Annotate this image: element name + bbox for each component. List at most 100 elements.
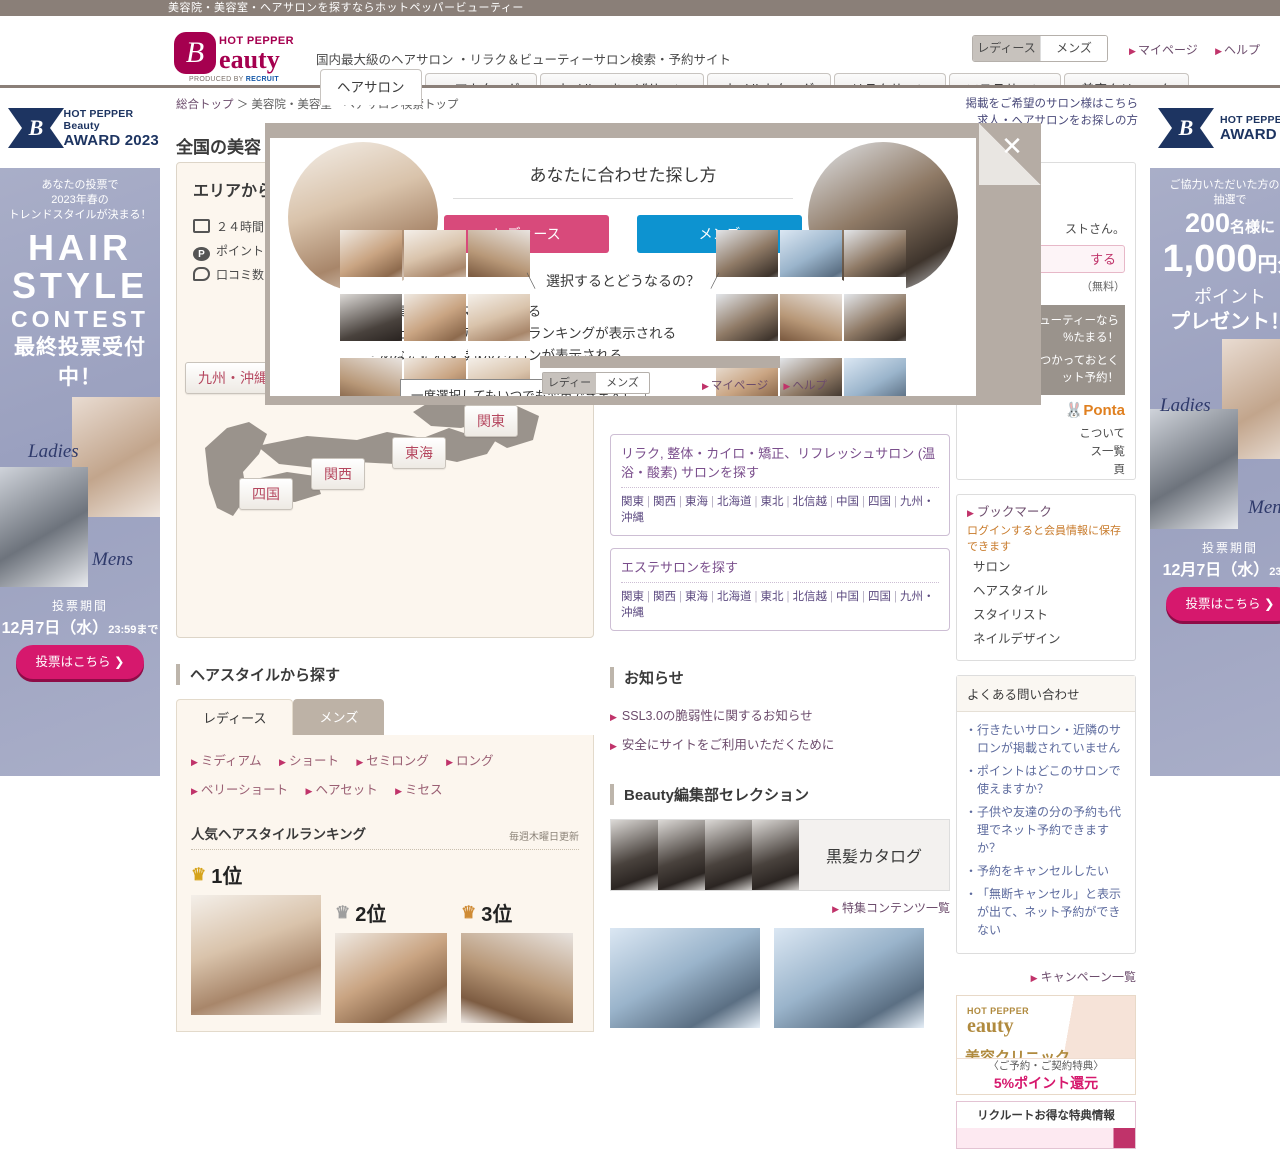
modal-footer-mens[interactable]: メンズ xyxy=(596,373,649,393)
header-link-mypage[interactable]: ▶ マイページ xyxy=(1129,43,1198,57)
right-banner-sub: ご協力いただいた方の中 抽選で xyxy=(1169,179,1280,206)
left-banner-body[interactable]: あなたの投票で 2023年春の トレンドスタイルが決まる！ HAIR STYLE… xyxy=(0,168,160,776)
modal-collage-ladies xyxy=(340,230,530,396)
relax-region-hokkaido[interactable]: 北海道 xyxy=(717,496,752,508)
esthe-region-hokushinetsu[interactable]: 北信越 xyxy=(793,591,828,603)
modal-footer-link-mypage[interactable]: ▶ マイページ xyxy=(702,380,768,392)
tab-hair-salon[interactable]: ヘアサロン xyxy=(320,69,422,105)
login-link-other[interactable]: 頁 xyxy=(967,461,1126,479)
modal-footer-ladies[interactable]: レディース xyxy=(543,373,596,393)
feature-thumb-2[interactable] xyxy=(774,928,924,1028)
region-button-tokai[interactable]: 東海 xyxy=(392,437,446,469)
faq-item[interactable]: ポイントはどこのサロンで使えますか？ xyxy=(965,762,1125,798)
region-button-shikoku[interactable]: 四国 xyxy=(239,478,293,510)
esthe-region-kanto[interactable]: 関東 xyxy=(621,591,644,603)
esthe-salon-search-box[interactable]: エステサロンを探す 関東 | 関西 | 東海 | 北海道 | 東北 | 北信越 | 中国 | 四国 | 九州・沖… xyxy=(610,548,950,631)
vote-button[interactable]: 投票はこちら ❯ xyxy=(1166,587,1280,621)
right-banner-points: 200名様に 1,000円分 ポイント プレゼント！ xyxy=(1150,208,1280,335)
right-ad-banner[interactable]: B HOT PEPPER Be AWARD 20 ご協力いただいた方の中 抽選で… xyxy=(1150,88,1280,776)
relax-region-kansai[interactable]: 関西 xyxy=(653,496,676,508)
esthe-region-hokkaido[interactable]: 北海道 xyxy=(717,591,752,603)
editor-selection-banner[interactable]: 黒髪カタログ xyxy=(610,819,950,891)
ranking-item-1[interactable]: ♛ 1位 xyxy=(191,860,321,1015)
award-star-icon: B xyxy=(8,100,64,156)
ranking-item-3[interactable]: ♛ 3位 xyxy=(461,898,573,1023)
bookmark-item-stylist[interactable]: スタイリスト xyxy=(967,603,1125,627)
esthe-region-tohoku[interactable]: 東北 xyxy=(761,591,784,603)
hairstyle-tab-mens[interactable]: メンズ xyxy=(293,699,385,735)
hairstyle-link-short[interactable]: ▶ ショート xyxy=(279,754,339,768)
hairstyle-search-section: ヘアスタイルから探す レディース メンズ ▶ ミディアム ▶ ショート ▶ セミロング… xyxy=(176,664,594,1032)
ponta-icon: 🐰 xyxy=(1064,402,1084,419)
feature-contents-link[interactable]: ▶ 特集コンテンツ一覧 xyxy=(832,901,950,915)
notice-item-safety[interactable]: ▶ 安全にサイトをご利用いただくために xyxy=(610,731,950,760)
hairstyle-tab-ladies[interactable]: レディース xyxy=(176,699,294,735)
gender-switch-mens[interactable]: メンズ xyxy=(1040,36,1107,61)
gender-switch-ladies[interactable]: レディース xyxy=(973,36,1040,61)
esthe-region-tokai[interactable]: 東海 xyxy=(685,591,708,603)
esthe-region-kansai[interactable]: 関西 xyxy=(653,591,676,603)
bookmark-item-naildesign[interactable]: ネイルデザイン xyxy=(967,627,1125,651)
bookmark-title[interactable]: ▶ ブックマーク xyxy=(967,502,1125,523)
faq-item[interactable]: 予約をキャンセルしたい xyxy=(965,862,1125,880)
bookmark-item-salon[interactable]: サロン xyxy=(967,555,1125,579)
editor-selection-heading: Beauty編集部セレクション xyxy=(610,784,950,805)
hairstyle-panel: ▶ ミディアム ▶ ショート ▶ セミロング ▶ ロング ▶ ベリーショート ▶ ヘアセット… xyxy=(176,735,594,1032)
faq-item[interactable]: 「無断キャンセル」と表示が出て、ネット予約ができない xyxy=(965,885,1125,939)
campaign-list-link[interactable]: ▶ キャンペーン一覧 xyxy=(1031,970,1136,984)
hairstyle-link-medium[interactable]: ▶ ミディアム xyxy=(191,754,262,768)
modal-footer-links: ▶ マイページ ▶ ヘルプ xyxy=(690,377,827,393)
relax-region-tohoku[interactable]: 東北 xyxy=(761,496,784,508)
gender-selection-modal[interactable]: ✕ あなたに合わせた探し方 レデ xyxy=(265,123,1041,405)
ranking-thumb-1[interactable] xyxy=(191,895,321,1015)
esthe-salon-title[interactable]: エステサロンを探す xyxy=(621,557,939,583)
relax-region-hokushinetsu[interactable]: 北信越 xyxy=(793,496,828,508)
hairstyle-gender-tabs[interactable]: レディース メンズ xyxy=(176,699,594,735)
recruit-banner-body xyxy=(957,1128,1135,1148)
region-button-kansai[interactable]: 関西 xyxy=(311,458,365,490)
header-link-help[interactable]: ▶ ヘルプ xyxy=(1215,43,1260,57)
prize-point-label: ポイント xyxy=(1194,287,1266,307)
right-banner-body[interactable]: ご協力いただいた方の中 抽選で 200名様に 1,000円分 ポイント プレゼン… xyxy=(1150,168,1280,776)
hairstyle-link-semilong[interactable]: ▶ セミロング xyxy=(356,754,428,768)
faq-list: 行きたいサロン・近隣のサロンが掲載されていません ポイントはどこのサロンで使えま… xyxy=(965,721,1125,939)
site-header: B HOT PEPPER eauty PRODUCED BY RECRUIT 国… xyxy=(0,16,1280,105)
bookmark-item-hairstyle[interactable]: ヘアスタイル xyxy=(967,579,1125,603)
modal-footer-gender-switch[interactable]: レディース メンズ xyxy=(542,372,650,394)
feature-thumb-1[interactable] xyxy=(610,928,760,1028)
login-link-list[interactable]: ス一覧 xyxy=(967,443,1126,461)
biz-link-listing[interactable]: 掲載をご希望のサロン様はこちら xyxy=(966,98,1139,110)
relax-region-kanto[interactable]: 関東 xyxy=(621,496,644,508)
hairstyle-link-long[interactable]: ▶ ロング xyxy=(446,754,493,768)
bookmark-box: ▶ ブックマーク ログインすると会員情報に保存できます サロン ヘアスタイル スタ… xyxy=(956,494,1136,661)
site-logo[interactable]: B HOT PEPPER eauty PRODUCED BY RECRUIT xyxy=(168,32,300,83)
login-link-about[interactable]: こついて xyxy=(967,425,1125,443)
vote-button[interactable]: 投票はこちら ❯ xyxy=(16,645,144,679)
faq-item[interactable]: 行きたいサロン・近隣のサロンが掲載されていません xyxy=(965,721,1125,757)
ranking-thumb-2[interactable] xyxy=(335,933,447,1023)
relax-salon-title[interactable]: リラク, 整体・カイロ・矯正、リフレッシュサロン (温浴・酸素) サロンを探す xyxy=(621,443,939,488)
hairstyle-link-misses[interactable]: ▶ ミセス xyxy=(395,783,442,797)
ranking-item-2[interactable]: ♛ 2位 xyxy=(335,898,447,1023)
hairstyle-link-hairset[interactable]: ▶ ヘアセット xyxy=(306,783,378,797)
region-button-kanto[interactable]: 関東 xyxy=(464,405,518,437)
left-banner-head-2: STYLE xyxy=(11,265,148,306)
clinic-ad-banner[interactable]: HOT PEPPER eauty 美容クリニック 〈ご予約・ご契約特典〉 5%ポ… xyxy=(956,995,1136,1095)
breadcrumb-home[interactable]: 総合トップ xyxy=(176,99,234,111)
relax-region-shikoku[interactable]: 四国 xyxy=(868,496,891,508)
hairstyle-link-veryshort[interactable]: ▶ ベリーショート xyxy=(191,783,288,797)
ranking-thumb-3[interactable] xyxy=(461,933,573,1023)
relax-region-tokai[interactable]: 東海 xyxy=(685,496,708,508)
notice-item-ssl[interactable]: ▶ SSL3.0の脆弱性に関するお知らせ xyxy=(610,702,950,731)
relax-salon-search-box[interactable]: リラク, 整体・カイロ・矯正、リフレッシュサロン (温浴・酸素) サロンを探す … xyxy=(610,434,950,536)
header-gender-switch[interactable]: レディース メンズ xyxy=(972,35,1108,62)
esthe-region-shikoku[interactable]: 四国 xyxy=(868,591,891,603)
banner-label-ladies: Ladies xyxy=(1160,395,1211,416)
esthe-region-chugoku[interactable]: 中国 xyxy=(836,591,859,603)
modal-footer-link-help[interactable]: ▶ ヘルプ xyxy=(783,380,826,392)
recruit-ad-banner[interactable]: リクルートお得な特典情報 xyxy=(956,1101,1136,1149)
relax-region-chugoku[interactable]: 中国 xyxy=(836,496,859,508)
faq-item[interactable]: 子供や友達の分の予約も代理でネット予約できますか？ xyxy=(965,803,1125,857)
left-ad-banner[interactable]: B HOT PEPPER Beauty AWARD 2023 あなたの投票で 2… xyxy=(0,88,160,776)
close-icon[interactable]: ✕ xyxy=(999,133,1025,159)
